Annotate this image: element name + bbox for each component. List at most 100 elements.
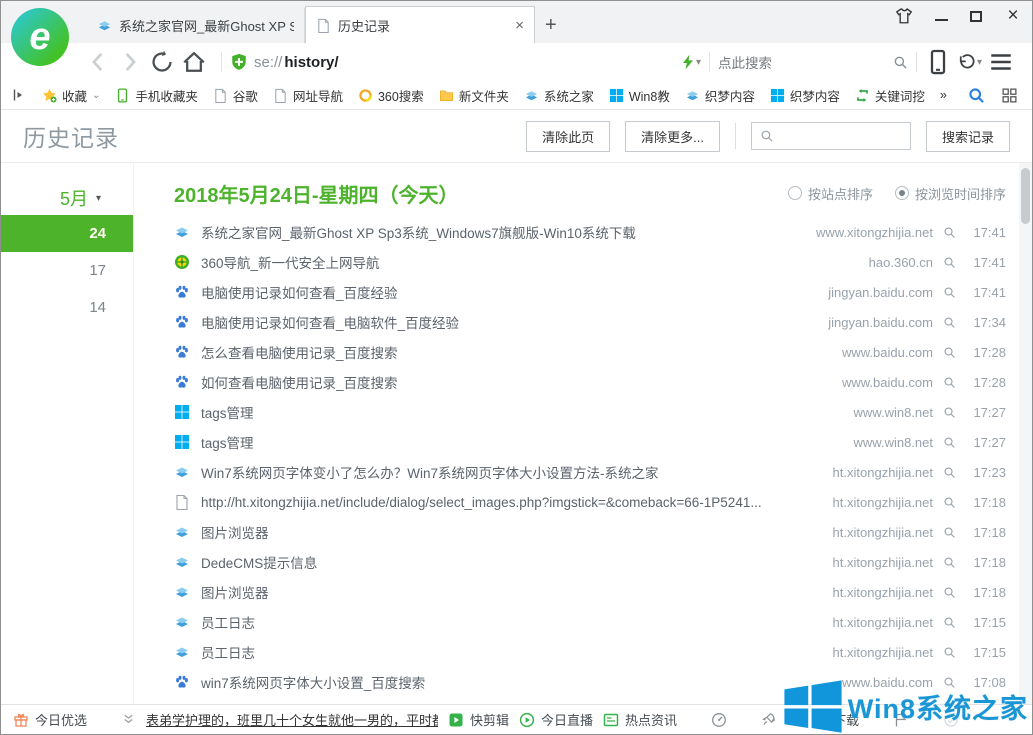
history-row[interactable]: 怎么查看电脑使用记录_百度搜索www.baidu.com17:28: [174, 337, 1006, 367]
minimize-button[interactable]: [935, 12, 948, 21]
bookmark-item[interactable]: 收藏⌄: [42, 86, 100, 105]
chevron-down-icon[interactable]: ▾: [696, 57, 701, 68]
today-live-button[interactable]: 今日直播: [519, 710, 593, 729]
history-domain: www.baidu.com: [842, 345, 933, 360]
history-row[interactable]: 员工日志ht.xitongzhijia.net17:15: [174, 607, 1006, 637]
sort-option[interactable]: 按站点排序: [788, 184, 873, 203]
search-domain-icon[interactable]: [943, 436, 956, 449]
double-chevron-down-icon[interactable]: [121, 712, 136, 727]
close-button[interactable]: ×: [1004, 7, 1022, 25]
search-domain-icon[interactable]: [943, 496, 956, 509]
history-row[interactable]: 系统之家官网_最新Ghost XP Sp3系统_Windows7旗舰版-Win1…: [174, 217, 1006, 247]
search-domain-icon[interactable]: [943, 316, 956, 329]
bookmark-item[interactable]: 新文件夹: [439, 86, 509, 105]
history-row[interactable]: 如何查看电脑使用记录_百度搜索www.baidu.com17:28: [174, 367, 1006, 397]
bookmark-item[interactable]: »: [940, 88, 947, 102]
today-live-label: 今日直播: [541, 710, 593, 729]
bookmark-item[interactable]: 织梦内容: [685, 86, 755, 105]
history-title: 电脑使用记录如何查看_电脑软件_百度经验: [201, 312, 828, 332]
rocket-icon[interactable]: [761, 712, 777, 728]
month-selector[interactable]: 5月 ▾: [1, 181, 133, 215]
search-domain-icon[interactable]: [943, 646, 956, 659]
undo-icon[interactable]: [957, 53, 977, 71]
calendar-day[interactable]: 24: [1, 215, 133, 252]
history-row[interactable]: 电脑使用记录如何查看_电脑软件_百度经验jingyan.baidu.com17:…: [174, 307, 1006, 337]
quick-search-box[interactable]: 点此搜索: [718, 52, 908, 72]
search-domain-icon[interactable]: [943, 406, 956, 419]
history-row[interactable]: 电脑使用记录如何查看_百度经验jingyan.baidu.com17:41: [174, 277, 1006, 307]
radio-icon[interactable]: [895, 186, 909, 200]
bookmark-item[interactable]: 谷歌: [213, 86, 258, 105]
bookmark-item[interactable]: 360搜索: [358, 86, 424, 105]
browser-logo-icon[interactable]: e: [11, 8, 69, 66]
history-row[interactable]: Win7系统网页字体变小了怎么办？Win7系统网页字体大小设置方法-系统之家ht…: [174, 457, 1006, 487]
lightning-icon[interactable]: [680, 54, 696, 70]
refresh-icon[interactable]: [149, 49, 175, 75]
speedometer-icon[interactable]: [711, 712, 727, 728]
bookmark-item[interactable]: 关键词挖: [855, 86, 925, 105]
forward-icon[interactable]: [117, 49, 143, 75]
url-field[interactable]: se:// history/: [230, 53, 680, 71]
bookmark-item[interactable]: 织梦内容: [770, 86, 840, 105]
bookmark-item[interactable]: 手机收藏夹: [115, 86, 198, 105]
maximize-button[interactable]: [970, 11, 982, 22]
search-domain-icon[interactable]: [943, 346, 956, 359]
search-domain-icon[interactable]: [943, 526, 956, 539]
bookmark-item[interactable]: Win8教: [609, 86, 670, 105]
history-title: 电脑使用记录如何查看_百度经验: [201, 282, 828, 302]
scrollbar[interactable]: [1019, 163, 1032, 705]
history-row[interactable]: tags管理www.win8.net17:27: [174, 427, 1006, 457]
search-domain-icon[interactable]: [943, 466, 956, 479]
history-row[interactable]: tags管理www.win8.net17:27: [174, 397, 1006, 427]
scrollbar-thumb[interactable]: [1021, 168, 1030, 224]
home-icon[interactable]: [181, 49, 207, 75]
security-shield-icon[interactable]: [230, 53, 248, 71]
clear-page-button[interactable]: 清除此页: [526, 121, 610, 152]
xtzj-favicon-icon: [174, 554, 190, 570]
bookmark-item[interactable]: 网址导航: [273, 86, 343, 105]
history-row[interactable]: 图片浏览器ht.xitongzhijia.net17:18: [174, 577, 1006, 607]
back-icon[interactable]: [85, 49, 111, 75]
history-row[interactable]: DedeCMS提示信息ht.xitongzhijia.net17:18: [174, 547, 1006, 577]
bookmark-item[interactable]: 系统之家: [524, 86, 594, 105]
search-domain-icon[interactable]: [943, 226, 956, 239]
sidebar-panel-toggle-icon[interactable]: [11, 87, 27, 103]
tab-close-icon[interactable]: ×: [515, 17, 524, 34]
apps-grid-icon[interactable]: [1001, 87, 1018, 104]
menu-hamburger-icon[interactable]: [988, 49, 1014, 75]
history-row[interactable]: 图片浏览器ht.xitongzhijia.net17:18: [174, 517, 1006, 547]
search-domain-icon[interactable]: [943, 556, 956, 569]
chevron-down-icon[interactable]: ▾: [977, 57, 982, 68]
new-tab-button[interactable]: +: [535, 14, 571, 43]
news-marquee-link[interactable]: 表弟学护理的，班里几十个女生就他一男的，平时都拿他当: [146, 710, 438, 729]
search-history-button[interactable]: 搜索记录: [926, 121, 1010, 152]
history-row[interactable]: http://ht.xitongzhijia.net/include/dialo…: [174, 487, 1006, 517]
search-domain-icon[interactable]: [943, 286, 956, 299]
search-domain-icon[interactable]: [943, 586, 956, 599]
history-time: 17:28: [970, 345, 1006, 360]
sort-option[interactable]: 按浏览时间排序: [895, 184, 1006, 203]
skin-shirt-icon[interactable]: [895, 7, 913, 25]
history-row[interactable]: 员工日志ht.xitongzhijia.net17:15: [174, 637, 1006, 667]
search-icon[interactable]: [893, 55, 908, 70]
baidu-favicon-icon: [174, 674, 190, 690]
hot-news-button[interactable]: 热点资讯: [603, 710, 677, 729]
search-domain-icon[interactable]: [943, 616, 956, 629]
radio-icon[interactable]: [788, 186, 802, 200]
quick-edit-button[interactable]: 快剪辑: [448, 710, 509, 729]
tab-history[interactable]: 历史记录 ×: [305, 6, 535, 43]
today-pick-button[interactable]: 今日优选: [13, 710, 87, 729]
mobile-phone-icon[interactable]: [925, 49, 951, 75]
history-row[interactable]: 360导航_新一代安全上网导航hao.360.cn17:41: [174, 247, 1006, 277]
clear-more-button[interactable]: 清除更多...: [625, 121, 720, 152]
calendar-day[interactable]: 17: [1, 252, 133, 289]
history-title: 图片浏览器: [201, 522, 833, 542]
calendar-day[interactable]: 14: [1, 289, 133, 326]
sort-label: 按浏览时间排序: [915, 184, 1006, 203]
history-search-input[interactable]: [751, 122, 911, 150]
blue-search-icon[interactable]: [968, 87, 985, 104]
tab-xitongzhijia[interactable]: 系统之家官网_最新Ghost XP Sp: [87, 8, 305, 43]
search-domain-icon[interactable]: [943, 376, 956, 389]
bookmark-label: 360搜索: [378, 86, 424, 105]
search-domain-icon[interactable]: [943, 256, 956, 269]
